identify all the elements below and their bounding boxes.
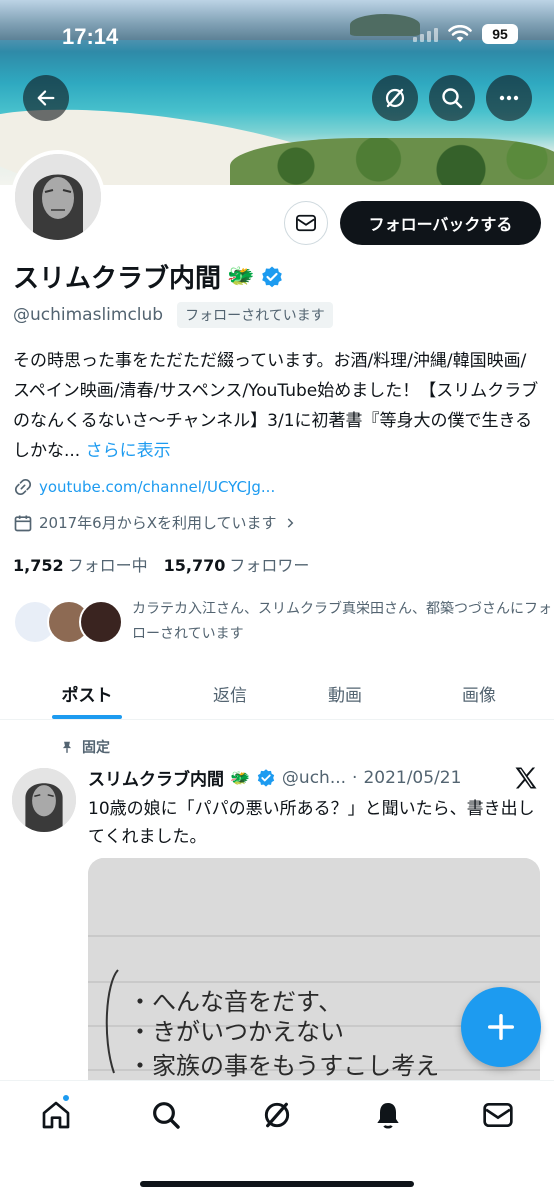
- battery-indicator: 95: [482, 24, 518, 44]
- post-text: 10歳の娘に「パパの悪い所ある？」と聞いたら、書き出してくれました。: [88, 799, 535, 847]
- post-separator: ·: [352, 767, 358, 788]
- profile-tabs: ポスト 返信 動画 画像: [0, 666, 554, 720]
- search-icon: [153, 1102, 180, 1129]
- mail-icon: [296, 214, 316, 232]
- following-count-link[interactable]: 1,752 フォロー中: [13, 552, 148, 576]
- calendar-icon: [14, 515, 32, 531]
- nav-grok[interactable]: [257, 1095, 297, 1135]
- cellular-signal-icon: [413, 26, 438, 42]
- active-tab-indicator: [52, 715, 122, 719]
- profile-avatar[interactable]: [11, 150, 105, 244]
- handle-row: @uchimaslimclub フォローされています: [13, 302, 333, 328]
- home-icon: [42, 1101, 70, 1129]
- display-name-row: スリムクラブ内間 🐲: [13, 258, 284, 295]
- pin-icon: [62, 741, 72, 753]
- chevron-right-icon: [287, 517, 293, 528]
- more-button[interactable]: [486, 75, 532, 121]
- nav-notifications[interactable]: [368, 1095, 408, 1135]
- banner-vegetation: [230, 138, 554, 185]
- mail-icon: [483, 1103, 513, 1127]
- mini-avatar-3: [79, 600, 123, 644]
- followed-by-avatars[interactable]: [13, 598, 125, 646]
- banner-island: [350, 14, 420, 36]
- back-button[interactable]: [23, 75, 69, 121]
- profile-website[interactable]: youtube.com/channel/UCYCJg...: [13, 477, 275, 497]
- status-time: 17:14: [62, 24, 119, 49]
- back-arrow-icon: [37, 90, 55, 106]
- avatar-face-image: [15, 154, 101, 240]
- nav-search[interactable]: [146, 1095, 186, 1135]
- post-author-avatar[interactable]: [12, 768, 76, 832]
- bell-icon: [377, 1103, 399, 1129]
- home-notification-dot: [62, 1094, 70, 1102]
- home-indicator: [140, 1181, 414, 1187]
- link-icon: [14, 478, 32, 496]
- avatar-face-image: [12, 768, 76, 832]
- status-icons: 95: [413, 24, 518, 44]
- join-date: 2017年6月からXを利用しています: [39, 514, 277, 532]
- x-logo-icon: [515, 767, 537, 789]
- note-line-3: ・家族の事をもうすこし考え: [128, 1052, 439, 1080]
- post-author-name[interactable]: スリムクラブ内間: [88, 765, 224, 790]
- pinned-text: 固定: [82, 740, 110, 756]
- followers-count-link[interactable]: 15,770 フォロワー: [164, 552, 310, 576]
- wifi-icon: [448, 25, 472, 42]
- tab-videos[interactable]: 動画: [290, 666, 400, 720]
- display-name: スリムクラブ内間: [13, 264, 222, 294]
- compose-button[interactable]: [461, 987, 541, 1067]
- search-icon: [442, 88, 463, 109]
- tab-replies[interactable]: 返信: [175, 666, 285, 720]
- bio-show-more-link[interactable]: さらに表示: [86, 441, 171, 461]
- verified-badge-icon[interactable]: [260, 265, 284, 289]
- follow-back-button[interactable]: フォローバックする: [340, 201, 541, 245]
- tab-images[interactable]: 画像: [424, 666, 534, 720]
- profile-bio: その時思った事をただただ綴っています。お酒/料理/沖縄/韓国映画/スペイン映画/…: [13, 346, 543, 466]
- follows-you-badge: フォローされています: [177, 302, 333, 328]
- post-author-handle: @uch...: [281, 767, 347, 788]
- message-button[interactable]: [284, 201, 328, 245]
- nav-messages[interactable]: [478, 1095, 518, 1135]
- website-link[interactable]: youtube.com/channel/UCYCJg...: [39, 478, 275, 496]
- join-date-row[interactable]: 2017年6月からXを利用しています: [13, 512, 297, 533]
- note-line-2: ・きがいつかえない: [128, 1018, 344, 1046]
- post-author-emoji: 🐲: [230, 768, 250, 787]
- grok-icon: [264, 1102, 290, 1128]
- plus-icon: [488, 1014, 514, 1040]
- search-button[interactable]: [429, 75, 475, 121]
- follow-counts: 1,752 フォロー中 15,770 フォロワー: [13, 552, 309, 576]
- grok-icon: [385, 88, 405, 108]
- nav-home[interactable]: [36, 1095, 76, 1135]
- pinned-label: 固定: [60, 737, 110, 757]
- post-header: スリムクラブ内間 🐲 @uch... · 2021/05/21: [88, 765, 508, 791]
- dragon-emoji: 🐲: [227, 264, 255, 289]
- followed-by-text[interactable]: カラテカ入江さん、スリムクラブ真栄田さん、都築つづさんにフォローされています: [132, 597, 552, 647]
- note-line-1: ・へんな音をだす、: [128, 988, 342, 1016]
- profile-handle: @uchimaslimclub: [13, 305, 164, 325]
- more-icon: [499, 95, 519, 101]
- grok-button[interactable]: [372, 75, 418, 121]
- post-date[interactable]: 2021/05/21: [363, 768, 461, 788]
- tab-posts[interactable]: ポスト: [30, 666, 144, 720]
- verified-badge-icon: [257, 768, 275, 787]
